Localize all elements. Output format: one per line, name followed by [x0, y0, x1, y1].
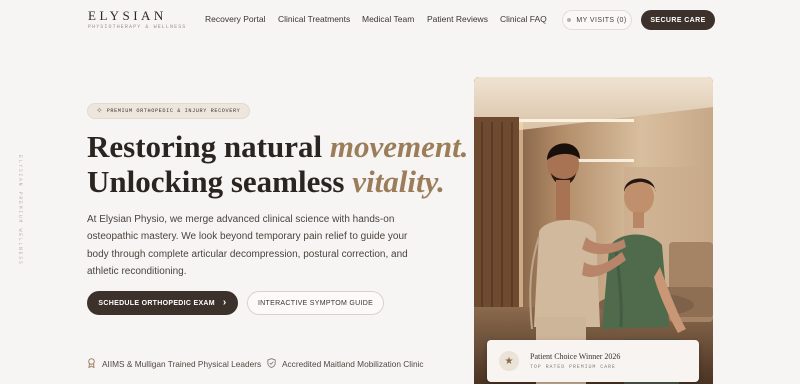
hero-title-line1-accent: movement.	[329, 129, 469, 164]
trust-item-training: AIIMS & Mulligan Trained Physical Leader…	[87, 358, 261, 370]
sparkle-icon: ✧	[96, 106, 103, 115]
award-icon	[87, 358, 96, 370]
side-label-text: ELYSIAN PREMIUM WELLNESS	[17, 155, 23, 266]
schedule-exam-button[interactable]: SCHEDULE ORTHOPEDIC EXAM ›	[87, 291, 238, 315]
hero-title-line2-accent: vitality.	[352, 164, 445, 199]
logo[interactable]: ELYSIAN PHYSIOTHERAPY & WELLNESS	[88, 8, 187, 31]
hero-title-line2: Unlocking seamless	[87, 164, 353, 199]
nav-patient-reviews[interactable]: Patient Reviews	[427, 14, 488, 24]
award-card: ★ Patient Choice Winner 2026 TOP RATED P…	[487, 340, 699, 382]
hero-photo-illustration	[474, 77, 713, 384]
award-card-title: Patient Choice Winner 2026	[530, 352, 621, 361]
award-card-subtitle: TOP RATED PREMIUM CARE	[530, 364, 616, 370]
secure-care-button[interactable]: SECURE CARE	[641, 10, 715, 30]
my-visits-label: MY VISITS (0)	[576, 16, 627, 24]
chevron-right-icon: ›	[222, 297, 227, 308]
shield-check-icon	[267, 358, 276, 370]
schedule-exam-label: SCHEDULE ORTHOPEDIC EXAM	[98, 299, 215, 307]
symptom-guide-button[interactable]: INTERACTIVE SYMPTOM GUIDE	[247, 291, 384, 315]
nav-medical-team[interactable]: Medical Team	[362, 14, 414, 24]
hero-photo	[474, 77, 713, 384]
my-visits-button[interactable]: MY VISITS (0)	[562, 10, 632, 30]
logo-tagline: PHYSIOTHERAPY & WELLNESS	[88, 24, 187, 30]
trust-training-text: AIIMS & Mulligan Trained Physical Leader…	[102, 359, 262, 369]
hero-badge-label: PREMIUM ORTHOPEDIC & INJURY RECOVERY	[106, 108, 241, 114]
site-header: ELYSIAN PHYSIOTHERAPY & WELLNESS Recover…	[0, 0, 800, 40]
trust-item-accreditation: Accredited Maitland Mobilization Clinic	[267, 358, 424, 370]
trust-accreditation-text: Accredited Maitland Mobilization Clinic	[282, 359, 424, 369]
side-label: ELYSIAN PREMIUM WELLNESS	[15, 155, 23, 275]
nav-recovery-portal[interactable]: Recovery Portal	[205, 14, 265, 24]
award-card-text: Patient Choice Winner 2026 TOP RATED PRE…	[530, 352, 620, 370]
nav-clinical-faq[interactable]: Clinical FAQ	[500, 14, 547, 24]
nav-clinical-treatments[interactable]: Clinical Treatments	[278, 14, 350, 24]
visits-dot-icon	[567, 18, 572, 22]
hero-title-line1: Restoring natural	[87, 129, 330, 164]
hero-lead: At Elysian Physio, we merge advanced cli…	[87, 214, 408, 277]
hero-badge: ✧ PREMIUM ORTHOPEDIC & INJURY RECOVERY	[87, 103, 250, 119]
logo-wordmark: ELYSIAN	[88, 8, 167, 23]
hero-title: Restoring natural movement. Unlocking se…	[87, 129, 468, 199]
star-icon: ★	[499, 351, 519, 371]
